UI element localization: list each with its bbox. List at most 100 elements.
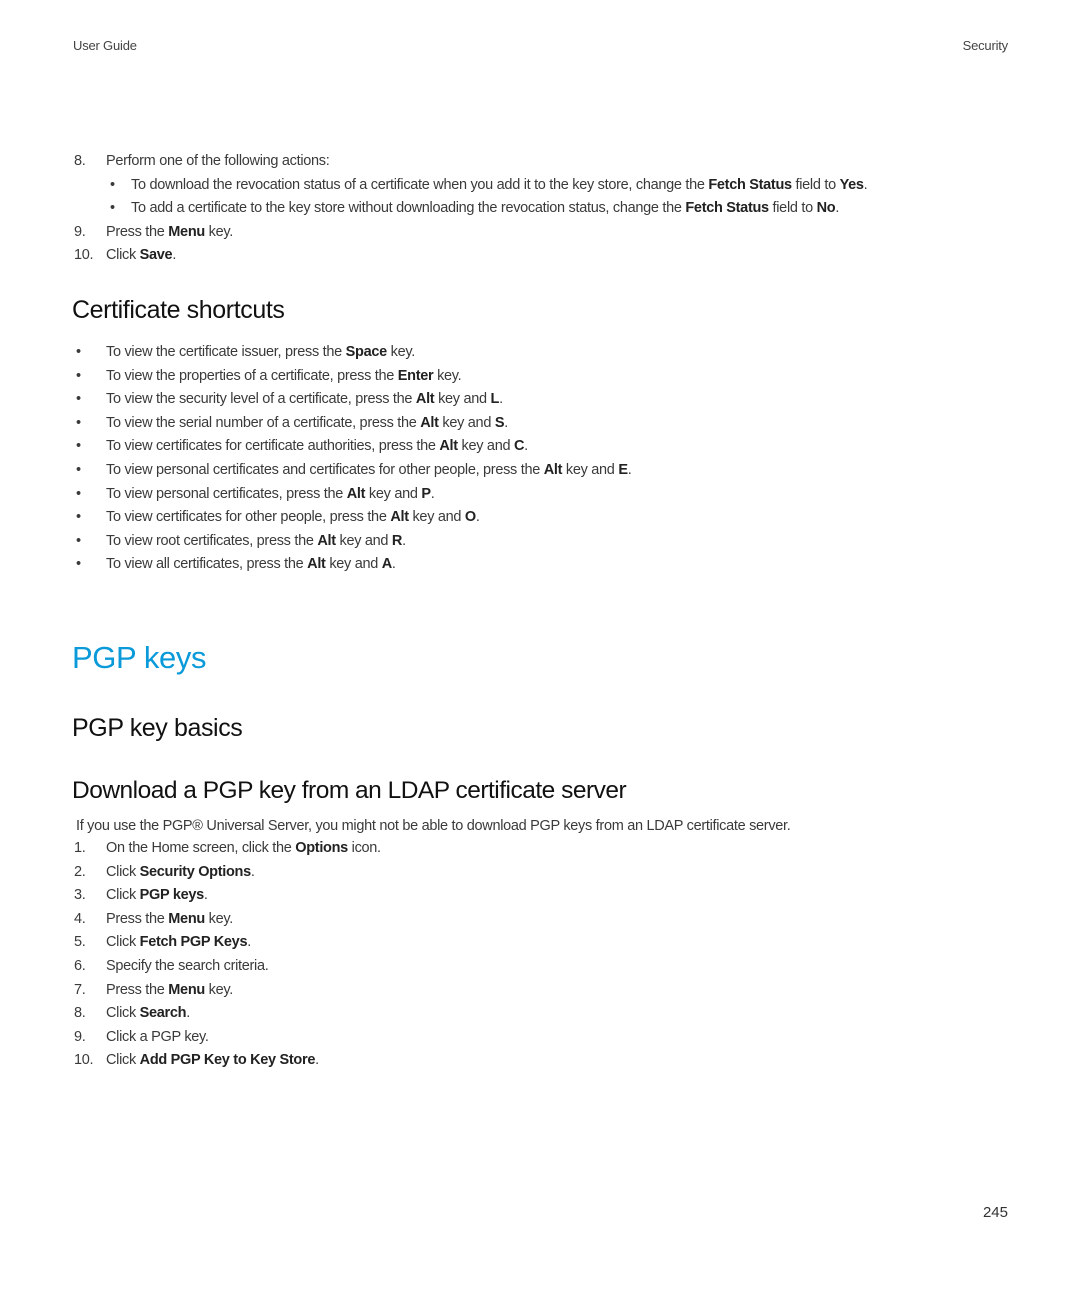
step-text: Click Add PGP Key to Key Store.: [106, 1049, 319, 1073]
pgp-download-steps-list: 1. On the Home screen, click the Options …: [0, 837, 1080, 1073]
bullet-text: To view the serial number of a certifica…: [106, 412, 508, 436]
text-segment: Press the: [106, 910, 169, 927]
bullet-item: • To view personal certificates and certi…: [0, 459, 1080, 483]
step-text: Click Fetch PGP Keys.: [106, 931, 251, 955]
ui-term: Alt: [439, 438, 458, 455]
text-segment: Click a PGP key.: [106, 1028, 209, 1045]
text-segment: key.: [386, 344, 416, 360]
step-item: 8. Perform one of the following actions:: [0, 150, 1080, 174]
text-segment: .: [172, 247, 177, 264]
ui-term: O: [464, 509, 476, 526]
step-text: On the Home screen, click the Options ic…: [106, 837, 381, 861]
bullet-icon: •: [76, 532, 81, 549]
step-text: Click a PGP key.: [106, 1026, 209, 1050]
bullet-item: • To add a certificate to the key store w…: [0, 197, 1080, 221]
bullet-item: • To view the serial number of a certific…: [0, 412, 1080, 436]
text-segment: .: [402, 532, 406, 549]
text-segment: .: [247, 934, 251, 951]
step-item: 7. Press the Menu key.: [0, 979, 1080, 1003]
ui-term: S: [494, 414, 505, 431]
step-text: Press the Menu key.: [106, 221, 233, 245]
bullet-text: To view personal certificates and certif…: [106, 459, 632, 483]
text-segment: Click: [106, 247, 140, 264]
step-number: 5.: [74, 934, 86, 951]
text-segment: Perform one of the following actions:: [106, 153, 330, 169]
text-segment: key.: [204, 223, 234, 240]
text-segment: field to: [768, 200, 817, 217]
text-segment: On the Home screen, click the: [106, 840, 296, 856]
step-text: Perform one of the following actions:: [106, 150, 330, 174]
text-segment: .: [835, 200, 840, 217]
step-item: 5. Click Fetch PGP Keys.: [0, 931, 1080, 955]
pgp-key-basics-heading: PGP key basics: [72, 714, 243, 742]
text-segment: key.: [433, 367, 462, 384]
text-segment: To view root certificates, press the: [106, 532, 318, 549]
bullet-text: To view certificates for other people, p…: [106, 506, 480, 530]
bullet-icon: •: [110, 200, 115, 217]
text-segment: To view personal certificates and certif…: [106, 461, 544, 478]
step-number: 3.: [74, 887, 86, 904]
text-segment: To view the certificate issuer, press th…: [106, 344, 346, 360]
text-segment: .: [315, 1052, 319, 1069]
step-text: Click PGP keys.: [106, 884, 208, 908]
ui-term: A: [381, 556, 392, 573]
bullet-icon: •: [76, 485, 81, 502]
text-segment: To add a certificate to the key store wi…: [131, 200, 686, 217]
ui-term: C: [513, 438, 525, 455]
text-segment: key and: [365, 485, 422, 502]
text-segment: key and: [335, 532, 392, 549]
bullet-item: • To view the properties of a certificate…: [0, 365, 1080, 389]
running-header-title: User Guide: [73, 38, 137, 53]
ui-term: Alt: [420, 414, 439, 431]
bullet-item: • To view the certificate issuer, press t…: [0, 341, 1080, 365]
text-segment: key and: [457, 438, 514, 455]
step-item: 2. Click Security Options.: [0, 861, 1080, 885]
text-segment: key and: [562, 461, 619, 478]
bullet-icon: •: [76, 438, 81, 455]
ui-term: Alt: [390, 509, 409, 526]
step-item: 4. Press the Menu key.: [0, 908, 1080, 932]
text-segment: .: [186, 1005, 190, 1022]
step-text: Press the Menu key.: [106, 979, 233, 1003]
continued-steps-list: 8. Perform one of the following actions: •…: [0, 150, 1080, 268]
text-segment: To view certificates for other people, p…: [106, 509, 391, 526]
ui-term: E: [618, 461, 628, 478]
step-number: 8.: [74, 1005, 86, 1022]
bullet-item: • To download the revocation status of a …: [0, 174, 1080, 198]
ui-term: Security Options: [139, 863, 252, 880]
ui-term: Space: [345, 344, 388, 360]
bullet-item: • To view the security level of a certifi…: [0, 388, 1080, 412]
bullet-icon: •: [76, 391, 81, 408]
step-text: Press the Menu key.: [106, 908, 233, 932]
ui-term: Save: [139, 247, 173, 264]
ui-term: Menu: [168, 910, 205, 927]
text-segment: .: [250, 863, 255, 880]
text-segment: Click: [106, 863, 140, 880]
text-segment: .: [504, 414, 508, 431]
certificate-shortcuts-heading: Certificate shortcuts: [72, 296, 285, 324]
text-segment: To view the serial number of a certifica…: [106, 414, 421, 431]
text-segment: icon.: [347, 840, 381, 856]
text-segment: Press the: [106, 981, 169, 998]
page-number: 245: [982, 1204, 1008, 1221]
running-header-section: Security: [962, 38, 1009, 53]
ui-term: Fetch Status: [685, 200, 769, 217]
bullet-item: • To view all certificates, press the Alt…: [0, 553, 1080, 577]
text-segment: .: [863, 176, 868, 193]
step-number: 2.: [74, 863, 86, 880]
step-text: Specify the search criteria.: [106, 955, 269, 979]
certificate-shortcuts-list: • To view the certificate issuer, press t…: [0, 341, 1080, 577]
ui-term: Fetch PGP Keys: [139, 934, 248, 951]
bullet-icon: •: [76, 367, 81, 384]
bullet-text: To view certificates for certificate aut…: [106, 435, 528, 459]
ui-term: Menu: [168, 223, 205, 240]
text-segment: .: [430, 485, 435, 502]
ui-term: Enter: [397, 367, 434, 384]
text-segment: To view all certificates, press the: [106, 556, 308, 573]
step-item: 3. Click PGP keys.: [0, 884, 1080, 908]
text-segment: To view the security level of a certific…: [106, 391, 416, 408]
step-item: 1. On the Home screen, click the Options …: [0, 837, 1080, 861]
ui-term: Alt: [307, 556, 326, 573]
step-number: 9.: [74, 223, 86, 240]
text-segment: field to: [791, 176, 840, 193]
